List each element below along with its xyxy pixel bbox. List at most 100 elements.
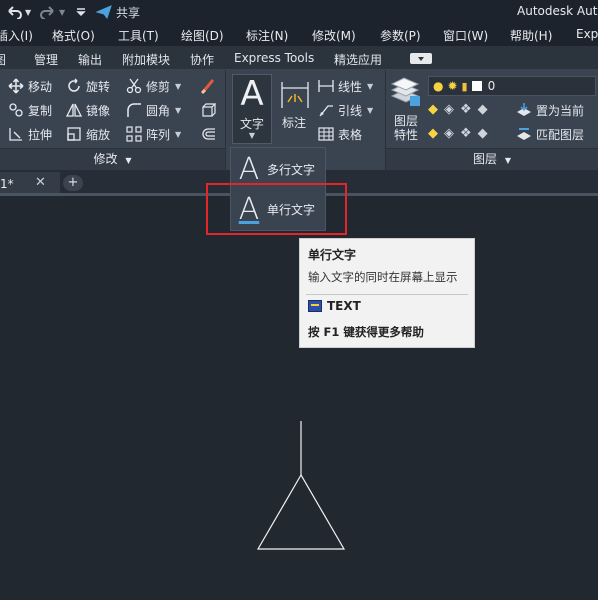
menu-tools[interactable]: 工具(T) (118, 27, 159, 44)
fillet-icon (127, 103, 141, 117)
dimension-button[interactable]: 标注 (276, 74, 312, 134)
layer-thaw-icon[interactable]: ❖ (460, 126, 472, 141)
set-current-icon (517, 103, 531, 116)
set-current-label: 置为当前 (536, 103, 585, 118)
table-label: 表格 (338, 127, 363, 142)
sun-icon: ✹ (447, 79, 458, 93)
chevron-down-icon: ▼ (25, 7, 32, 17)
match-layer-label: 匹配图层 (536, 127, 585, 142)
chevron-down-icon: ▼ (504, 156, 511, 165)
offset-tool[interactable] (200, 124, 220, 144)
menu-insert[interactable]: 插入(I) (0, 27, 33, 44)
tab-addins[interactable]: 附加模块 (122, 51, 170, 68)
mirror-icon (66, 103, 82, 117)
text-large-icon: A (240, 74, 264, 114)
explode-tool[interactable] (200, 100, 220, 120)
chevron-down-icon[interactable]: ▼ (367, 106, 373, 115)
layers-panel: 图层 特性 ● ✹ ▮ 0 ◆ ◈ ❖ ◆ 置为当前 ◆ ◈ ❖ ◆ 匹配图层 (386, 70, 598, 170)
leader-icon (319, 105, 333, 117)
layer-isolate-icon[interactable]: ◈ (444, 102, 454, 117)
undo-button[interactable]: ▼ (6, 3, 31, 21)
copy-icon (9, 103, 23, 117)
tab-manage[interactable]: 管理 (34, 51, 58, 68)
scissors-icon (126, 78, 142, 94)
scale-tool[interactable]: 缩放 (66, 124, 110, 144)
match-layer-tool[interactable]: 匹配图层 (516, 124, 584, 144)
scale-label: 缩放 (86, 127, 111, 142)
chevron-down-icon: ▼ (125, 156, 132, 165)
scale-icon (67, 127, 81, 141)
document-tab[interactable]: 1* ✕ (0, 172, 60, 194)
quick-access-customize[interactable] (76, 3, 86, 21)
cube-icon (202, 103, 216, 117)
table-icon (318, 127, 334, 141)
move-tool[interactable]: 移动 (8, 76, 52, 96)
layer-unisolate-icon[interactable]: ◈ (444, 126, 454, 141)
rotate-tool[interactable]: 旋转 (66, 76, 110, 96)
mirror-tool[interactable]: 镜像 (66, 100, 110, 120)
array-tool[interactable]: 阵列 ▼ (126, 124, 181, 144)
paper-plane-icon (96, 5, 112, 19)
layer-unlock-icon[interactable]: ◆ (478, 126, 488, 141)
modify-panel-title[interactable]: 修改 ▼ (0, 148, 225, 170)
menu-help[interactable]: 帮助(H) (510, 27, 552, 44)
modify-panel: 移动 旋转 修剪 ▼ 复制 镜像 圆角 ▼ 拉伸 缩放 阵列 ▼ 修改 ▼ (0, 70, 226, 170)
menu-parameter[interactable]: 参数(P) (380, 27, 421, 44)
linear-tool[interactable]: 线性 ▼ (318, 76, 373, 96)
stretch-tool[interactable]: 拉伸 (8, 124, 52, 144)
layer-properties-button[interactable]: 图层 特性 (388, 74, 424, 144)
leader-tool[interactable]: 引线 ▼ (318, 100, 373, 120)
chevron-down-icon[interactable]: ▼ (367, 82, 373, 91)
copy-tool[interactable]: 复制 (8, 100, 52, 120)
layer-lock-icon[interactable]: ◆ (478, 102, 488, 117)
tab-view[interactable]: 图 (0, 51, 6, 68)
chevron-down-icon[interactable]: ▼ (175, 130, 181, 139)
menu-dimension[interactable]: 标注(N) (246, 27, 288, 44)
menu-draw[interactable]: 绘图(D) (181, 27, 224, 44)
undo-icon (8, 6, 22, 19)
layer-on-icon[interactable]: ◆ (428, 126, 438, 141)
set-current-tool[interactable]: 置为当前 (516, 100, 584, 120)
menu-modify[interactable]: 修改(M) (312, 27, 356, 44)
mtext-icon: A (238, 151, 260, 187)
rotate-icon (68, 78, 80, 92)
chevron-down-icon[interactable]: ▼ (175, 82, 181, 91)
array-label: 阵列 (146, 127, 171, 142)
erase-tool[interactable] (200, 76, 220, 96)
layer-freeze-icon[interactable]: ❖ (460, 102, 472, 117)
tab-featured-apps[interactable]: 精选应用 (334, 51, 382, 68)
trim-label: 修剪 (146, 79, 171, 94)
offset-icon (202, 128, 215, 140)
menu-bar: 插入(I) 格式(O) 工具(T) 绘图(D) 标注(N) 修改(M) 参数(P… (0, 24, 598, 46)
layer-color-swatch (471, 81, 482, 91)
close-icon[interactable]: ✕ (35, 175, 46, 190)
menu-format[interactable]: 格式(O) (52, 27, 95, 44)
highlight-annotation-box (206, 183, 347, 235)
match-layer-icon (517, 128, 531, 140)
menu-window[interactable]: 窗口(W) (443, 27, 488, 44)
linear-dimension-icon (318, 80, 334, 92)
layer-off-icon[interactable]: ◆ (428, 102, 438, 117)
text-button[interactable]: A 文字 ▼ (232, 74, 272, 144)
layers-panel-title[interactable]: 图层 ▼ (386, 148, 598, 170)
ribbon-minimize-toggle[interactable] (410, 53, 432, 64)
current-layer-name: 0 (487, 79, 496, 93)
trim-tool[interactable]: 修剪 ▼ (126, 76, 181, 96)
rotate-label: 旋转 (86, 79, 111, 94)
command-line-icon (308, 300, 322, 312)
share-label: 共享 (116, 5, 141, 20)
tab-collaborate[interactable]: 协作 (190, 51, 214, 68)
share-button[interactable]: 共享 (96, 3, 140, 21)
fillet-tool[interactable]: 圆角 ▼ (126, 100, 181, 120)
menu-express[interactable]: Exp (576, 27, 598, 41)
new-tab-button[interactable]: + (63, 175, 83, 191)
tab-express-tools[interactable]: Express Tools (234, 51, 314, 65)
layer-tools-row-2: ◆ ◈ ❖ ◆ (428, 126, 488, 141)
redo-button[interactable]: ▼ (40, 3, 65, 21)
table-tool[interactable]: 表格 (318, 124, 362, 144)
layer-dropdown[interactable]: ● ✹ ▮ 0 (428, 76, 596, 96)
tab-output[interactable]: 输出 (78, 51, 102, 68)
chevron-down-icon[interactable]: ▼ (175, 106, 181, 115)
tooltip-command: TEXT (327, 299, 361, 313)
leader-label: 引线 (338, 103, 363, 118)
